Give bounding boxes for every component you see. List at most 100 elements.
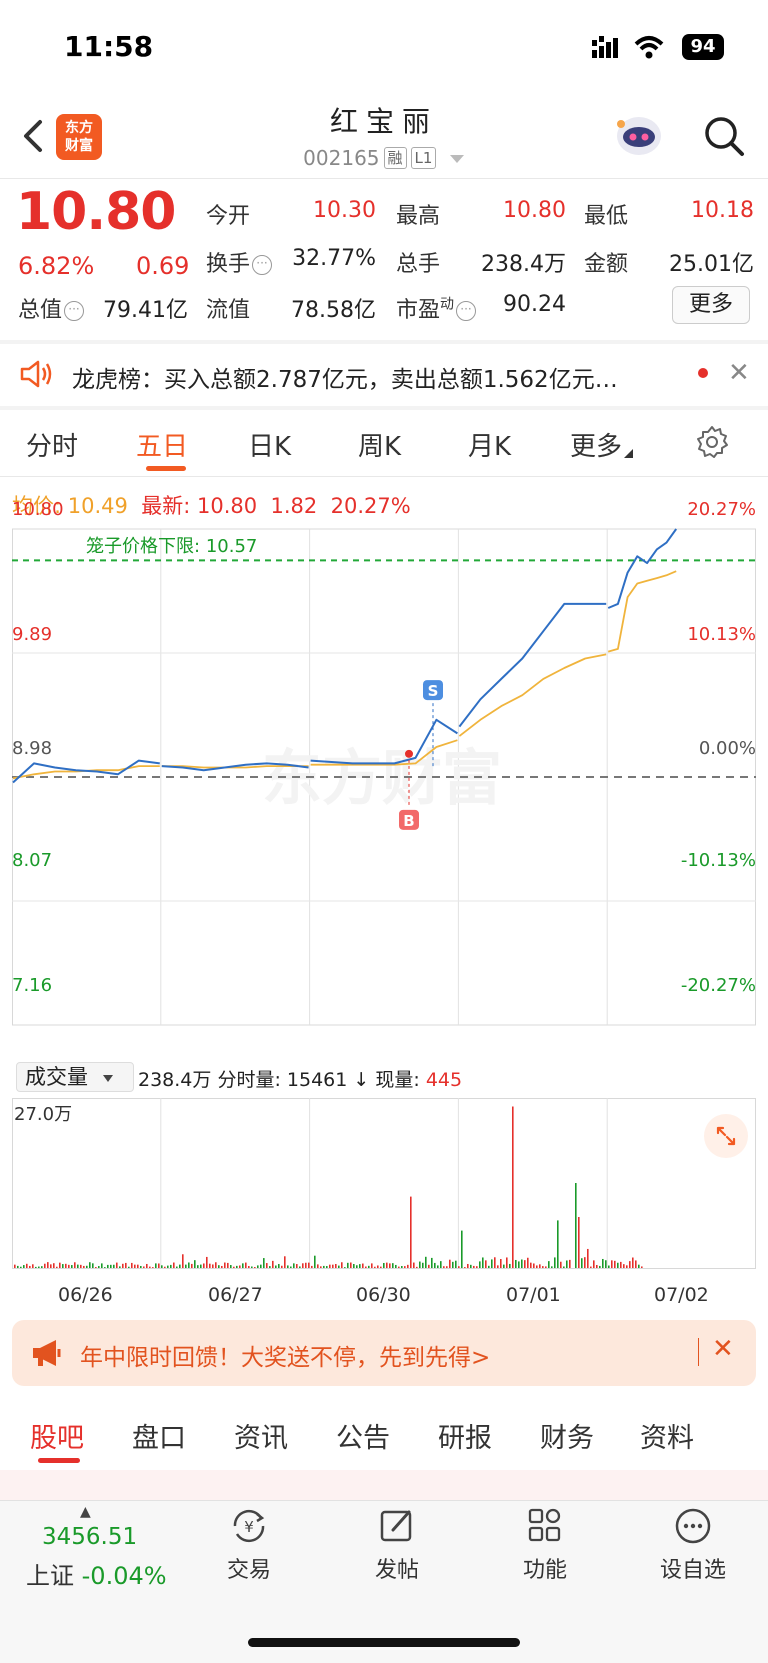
volume-max-label: 27.0万	[14, 1104, 73, 1125]
volume-bar	[449, 1259, 451, 1268]
volume-bar	[53, 1263, 55, 1268]
tab-guba[interactable]: 股吧	[30, 1416, 84, 1455]
volume-bar	[374, 1266, 376, 1268]
volume-bar	[125, 1262, 127, 1268]
expand-icon[interactable]	[704, 1114, 748, 1158]
volume-bar	[392, 1263, 394, 1268]
grid-apps-icon	[528, 1508, 561, 1542]
pe-value: 90.24	[503, 292, 566, 317]
volume-bar	[419, 1261, 421, 1268]
volume-bar	[566, 1260, 568, 1268]
volume-chart[interactable]	[12, 1098, 756, 1280]
index-label[interactable]: 上证 -0.04%	[26, 1556, 167, 1591]
volume-bar	[227, 1262, 229, 1268]
tab-finance[interactable]: 财务	[540, 1416, 594, 1455]
date-label: 06/30	[356, 1284, 411, 1306]
ai-robot-icon[interactable]	[612, 112, 666, 160]
info-dots-icon[interactable]: ···	[456, 301, 477, 321]
date-label: 07/02	[654, 1284, 709, 1306]
volume-bar	[536, 1265, 538, 1268]
date-label: 06/27	[208, 1284, 263, 1306]
indicator-selector-label: 成交量	[25, 1065, 88, 1089]
index-value[interactable]: 3456.51	[42, 1524, 137, 1550]
status-time: 11:58	[64, 30, 154, 63]
volume-bar	[77, 1264, 79, 1268]
volume-bar	[641, 1266, 643, 1268]
cage-limit-label: 笼子价格下限: 10.57	[86, 532, 257, 558]
tab-profile[interactable]: 资料	[640, 1416, 694, 1455]
nav-add-watchlist[interactable]: 设自选	[638, 1506, 748, 1584]
volume-bar	[581, 1258, 583, 1268]
tab-announcement[interactable]: 公告	[336, 1416, 390, 1455]
volume-bar	[620, 1261, 622, 1268]
indicator-selector[interactable]: 成交量	[16, 1062, 134, 1092]
tab-daily-k[interactable]: 日K	[248, 426, 291, 463]
float-label: 流值	[206, 298, 251, 323]
volume-bar	[26, 1263, 28, 1268]
volume-bar	[368, 1265, 370, 1268]
turnover-label-text: 换手	[206, 252, 251, 277]
nav-post-label: 发帖	[374, 1558, 419, 1583]
volume-bar	[248, 1266, 250, 1268]
margin-tag: 融	[383, 147, 407, 169]
volume-bar	[137, 1264, 139, 1268]
tab-weekly-k[interactable]: 周K	[358, 426, 401, 463]
volume-bar	[113, 1264, 115, 1268]
search-icon[interactable]	[702, 114, 746, 158]
tab-news[interactable]: 资讯	[234, 1416, 288, 1455]
trade-icon: ¥	[233, 1509, 265, 1543]
volume-bar	[635, 1260, 637, 1268]
volume-bar	[110, 1264, 112, 1268]
tab-more-label: 更多	[570, 432, 623, 462]
promo-text[interactable]: 年中限时回馈！大奖送不停，先到先得>	[80, 1338, 490, 1372]
info-dots-icon[interactable]: ···	[64, 301, 85, 321]
five-day-price-chart[interactable]: 东方财富 B S	[12, 527, 756, 1057]
volume-bar	[41, 1266, 43, 1268]
volume-bar	[38, 1266, 40, 1268]
nav-trade[interactable]: ¥ 交易	[194, 1506, 304, 1584]
post-icon	[380, 1510, 412, 1542]
nav-function[interactable]: 功能	[490, 1506, 600, 1584]
volume-bar	[497, 1265, 499, 1268]
more-quote-button[interactable]: 更多	[672, 286, 750, 324]
volume-bar	[353, 1264, 355, 1268]
nav-post[interactable]: 发帖	[342, 1506, 452, 1584]
volume-bar	[332, 1264, 334, 1268]
gear-icon[interactable]	[694, 424, 730, 460]
tab-more[interactable]: 更多	[570, 426, 634, 463]
volume-bar	[470, 1264, 472, 1268]
volume-bar	[398, 1266, 400, 1268]
volume-bar	[17, 1265, 19, 1268]
volume-bar	[35, 1266, 37, 1268]
volume-bar	[56, 1266, 58, 1268]
volume-bar	[143, 1266, 145, 1268]
volume-bar	[206, 1256, 208, 1268]
volume-bar	[428, 1264, 430, 1268]
volume-bar	[575, 1183, 577, 1268]
tab-pankou[interactable]: 盘口	[132, 1416, 186, 1455]
close-icon[interactable]: ✕	[712, 1334, 734, 1364]
info-dots-icon[interactable]: ···	[252, 255, 273, 275]
tab-five-day[interactable]: 五日	[136, 426, 188, 463]
svg-text:¥: ¥	[244, 1518, 254, 1536]
volume-bar	[257, 1265, 259, 1268]
tab-intraday[interactable]: 分时	[26, 426, 78, 463]
avg-segment	[458, 653, 607, 737]
volume-bar	[23, 1265, 25, 1268]
close-icon[interactable]: ✕	[728, 358, 750, 388]
nav-function-label: 功能	[522, 1558, 567, 1583]
y-axis-left-tick: 8.98	[12, 738, 53, 759]
volume-bar	[203, 1263, 205, 1268]
y-axis-left-tick: 10.80	[12, 499, 64, 520]
tab-monthly-k[interactable]: 月K	[468, 426, 511, 463]
watermark-logo: 东方财富	[262, 744, 502, 814]
volume-bar	[278, 1263, 280, 1268]
nav-add-watchlist-label: 设自选	[659, 1558, 726, 1583]
dragon-tiger-text[interactable]: 龙虎榜：买入总额2.787亿元，卖出总额1.562亿元…	[72, 360, 680, 394]
volume-bar	[551, 1266, 553, 1268]
volume-bar	[329, 1264, 331, 1268]
volume-bar	[425, 1256, 427, 1268]
volume-bar	[32, 1264, 34, 1268]
more-dots-icon	[675, 1508, 711, 1544]
tab-research[interactable]: 研报	[438, 1416, 492, 1455]
